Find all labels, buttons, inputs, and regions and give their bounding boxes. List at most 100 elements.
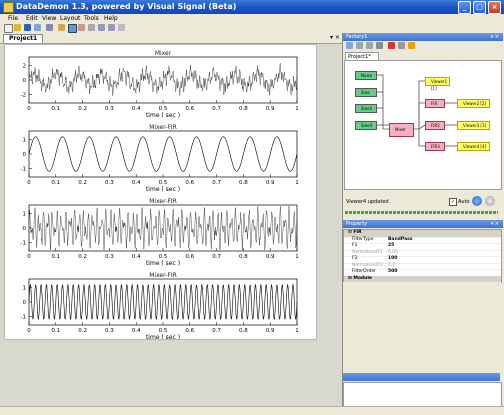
category-fir-label: FIR <box>353 230 362 235</box>
node-fir2[interactable]: FIR2 <box>425 121 445 130</box>
tab-project1[interactable]: Project1 <box>3 34 44 43</box>
redo-icon[interactable] <box>108 24 115 31</box>
y-tick-label: 0 <box>23 300 27 306</box>
node-viewer4[interactable]: Viewer4 [4] <box>457 142 490 151</box>
node-fir[interactable]: FIR <box>425 99 445 108</box>
y-tick-label: 1 <box>23 211 27 217</box>
x-tick-label: 0.7 <box>212 106 221 112</box>
x-tick-label: 0.2 <box>78 180 87 186</box>
node-sine3[interactable]: Sine3 <box>355 121 377 130</box>
factory-tool-icon-3[interactable] <box>366 42 373 49</box>
document-tab-strip <box>0 33 342 44</box>
app-icon <box>3 2 14 13</box>
x-tick-label: 0.6 <box>185 180 194 186</box>
x-tick-label: 0.6 <box>185 106 194 112</box>
node-sine[interactable]: Sine <box>355 88 377 97</box>
factory-tool-icon-4[interactable] <box>376 42 383 49</box>
copy-icon[interactable] <box>68 24 77 33</box>
stop-icon[interactable] <box>388 42 395 49</box>
window-title: DataDemon 1.3, powered by Visual Signal … <box>16 2 237 11</box>
x-tick-label: 0.1 <box>51 254 60 260</box>
auto-label: Auto <box>458 199 470 205</box>
x-tick-label: 0.2 <box>78 328 87 334</box>
subplot-title: Mixer-FIR <box>149 272 177 279</box>
property-empty-area <box>343 282 500 372</box>
plot-svg: Mixer20-20 0.1 0.2 0.3 0.4 0.5 0.6 0.7 0.8 0.9 1ti… <box>21 50 299 341</box>
menu-help[interactable]: Help <box>104 15 118 22</box>
subplot-title: Mixer-FIR <box>149 198 177 205</box>
zoom-icon[interactable] <box>118 24 125 31</box>
subplot-title: Mixer-FIR <box>149 124 177 131</box>
open-icon[interactable] <box>14 24 21 31</box>
node-viewer3[interactable]: Viewer3 [3] <box>457 121 490 130</box>
progress-bar <box>345 211 498 214</box>
x-tick-label: 0.6 <box>185 328 194 334</box>
new-icon[interactable] <box>4 24 13 33</box>
x-tick-label: 0.9 <box>266 328 275 334</box>
x-tick-label: 0.4 <box>132 254 141 260</box>
x-axis-label: time ( sec ) <box>146 112 180 119</box>
auto-checkbox[interactable]: ✓ <box>449 198 457 206</box>
factory-toolbar <box>343 41 503 51</box>
x-tick-label: 0.3 <box>105 180 114 186</box>
x-tick-label: 0.2 <box>78 254 87 260</box>
stop-button[interactable] <box>485 196 495 206</box>
subplot-title: Mixer <box>155 50 172 57</box>
factory-tool-icon-1[interactable] <box>346 42 353 49</box>
y-tick-label: -1 <box>21 241 26 247</box>
x-tick-label: 0.4 <box>132 328 141 334</box>
y-tick-label: 2 <box>23 63 27 69</box>
menu-layout[interactable]: Layout <box>60 15 80 22</box>
print-icon[interactable] <box>46 24 53 31</box>
x-tick-label: 0.3 <box>105 328 114 334</box>
menu-file[interactable]: File <box>8 15 18 22</box>
x-tick-label: 1 <box>295 106 299 112</box>
undo-icon[interactable] <box>98 24 105 31</box>
node-mixer[interactable]: Mixer <box>389 123 414 137</box>
node-noise[interactable]: Noise <box>355 71 377 80</box>
save-icon[interactable] <box>24 24 31 31</box>
delete-icon[interactable] <box>88 24 95 31</box>
node-sine2[interactable]: Sine2 <box>355 104 377 113</box>
factory-title: Factory1 <box>346 34 368 40</box>
minimize-button[interactable]: _ <box>458 1 471 14</box>
title-bar: DataDemon 1.3, powered by Visual Signal … <box>0 0 504 14</box>
save-all-icon[interactable] <box>34 24 41 31</box>
factory-canvas[interactable]: Noise Sine Sine2 Sine3 Mixer Viewer1 [1]… <box>344 60 502 190</box>
node-viewer1[interactable]: Viewer1 [1] <box>425 77 450 91</box>
x-tick-label: 0.6 <box>185 254 194 260</box>
menu-view[interactable]: View <box>42 15 56 22</box>
output-panel-title <box>343 373 500 381</box>
menu-edit[interactable]: Edit <box>26 15 38 22</box>
property-panel-controls[interactable]: ▾ × <box>491 220 499 228</box>
x-axis-label: time ( sec ) <box>146 334 180 339</box>
x-tick-label: 0.2 <box>78 106 87 112</box>
y-tick-label: -1 <box>21 167 26 173</box>
y-tick-label: -2 <box>21 93 26 99</box>
play-button[interactable] <box>472 196 482 206</box>
x-tick-label: 0.4 <box>132 106 141 112</box>
cut-icon[interactable] <box>58 24 65 31</box>
x-tick-label: 0.1 <box>51 180 60 186</box>
menu-tools[interactable]: Tools <box>84 15 99 22</box>
property-title: Property <box>346 221 368 227</box>
x-tick-label: 1 <box>295 180 299 186</box>
y-tick-label: -1 <box>21 315 26 321</box>
menu-bar: File Edit View Layout Tools Help <box>0 14 504 23</box>
y-tick-label: 0 <box>23 226 27 232</box>
x-tick-label: 0.8 <box>239 180 248 186</box>
run-icon[interactable] <box>408 42 415 49</box>
x-tick-label: 0.7 <box>212 328 221 334</box>
close-button[interactable]: × <box>488 1 501 14</box>
factory-panel-title: Factory1 ▾ × <box>343 33 503 41</box>
paste-icon[interactable] <box>78 24 85 31</box>
maximize-button[interactable]: □ <box>473 1 486 14</box>
node-fir3[interactable]: FIR3 <box>425 142 445 151</box>
x-axis-label: time ( sec ) <box>146 260 180 267</box>
factory-tool-icon-2[interactable] <box>356 42 363 49</box>
factory-panel-controls[interactable]: ▾ × <box>491 33 499 41</box>
document-controls[interactable]: ▾ × <box>330 34 340 41</box>
factory-tool-icon-6[interactable] <box>398 42 405 49</box>
x-tick-label: 0.8 <box>239 328 248 334</box>
node-viewer2[interactable]: Viewer2 [2] <box>457 99 490 108</box>
